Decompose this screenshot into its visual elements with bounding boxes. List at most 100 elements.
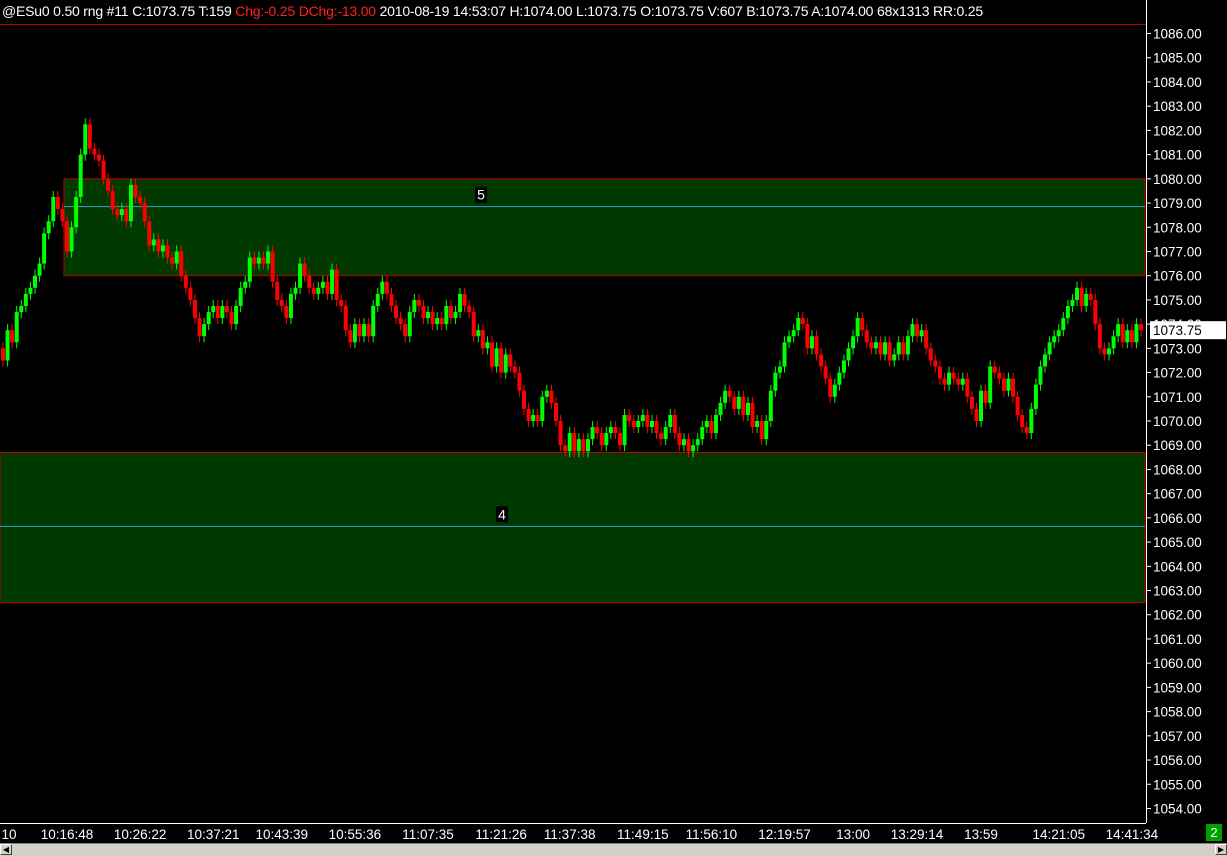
candle-up [1075, 287, 1080, 300]
candle-up [590, 427, 595, 440]
candle-down [819, 354, 824, 367]
candle-down [928, 348, 933, 361]
candle-down [860, 318, 865, 331]
candle-up [28, 287, 33, 294]
candle-down [92, 148, 97, 155]
y-tick-label: 1056.00 [1153, 753, 1202, 768]
x-tick-label: 10:37:21 [187, 827, 240, 842]
y-tick-label: 1061.00 [1153, 632, 1202, 647]
candle-up [220, 305, 225, 319]
candle-down [279, 299, 284, 306]
candle-down [1102, 348, 1107, 355]
candle-up [773, 372, 778, 391]
candle-down [229, 312, 234, 325]
candle-up [42, 233, 47, 264]
candle-up [700, 427, 705, 440]
x-tick-label: 10:26:22 [114, 827, 167, 842]
candle-up [947, 372, 952, 385]
candle-down [627, 414, 632, 421]
candle-down [183, 275, 188, 288]
horizontal-scrollbar[interactable]: ◀ ▶ [0, 843, 1227, 856]
candle-up [37, 263, 42, 276]
candle-up [83, 124, 88, 155]
x-tick-label: 14:41:34 [1106, 827, 1159, 842]
scroll-left-icon[interactable]: ◀ [0, 844, 12, 855]
candle-up [649, 421, 654, 428]
candle-down [549, 390, 554, 403]
candle-down [983, 390, 988, 403]
header-dchg: DChg:-13.00 [298, 3, 376, 19]
x-tick-label: 13:29:14 [891, 827, 944, 842]
candle-up [330, 269, 335, 294]
candle-down [1139, 324, 1143, 331]
candle-down [659, 433, 664, 440]
candle-up [663, 427, 668, 440]
y-tick-label: 1085.00 [1153, 51, 1202, 66]
candle-down [969, 396, 974, 409]
y-tick-label: 1055.00 [1153, 777, 1202, 792]
candle-down [581, 439, 586, 452]
candle-up [1056, 330, 1061, 337]
price-chart[interactable]: 5 4 1086.00 1085.00 1084.00 1083.00 1082.00 108… [0, 0, 1227, 843]
header-bid: B:1073.75 [746, 3, 809, 19]
candle-up [905, 336, 910, 355]
candle-down [366, 324, 371, 337]
header-bar-type: 0.50 rng [53, 3, 103, 19]
scroll-right-icon[interactable]: ▶ [1215, 844, 1227, 855]
y-tick-label: 1057.00 [1153, 729, 1202, 744]
header-volume: V:607 [707, 3, 743, 19]
x-tick-label: 13:00 [836, 827, 870, 842]
candle-up [576, 439, 581, 452]
candle-up [585, 439, 590, 452]
y-tick-label: 1082.00 [1153, 123, 1202, 138]
candle-down [992, 366, 997, 373]
candle-up [755, 421, 760, 428]
candle-down [284, 305, 289, 319]
candle-down [677, 433, 682, 446]
y-tick-label: 1063.00 [1153, 584, 1202, 599]
candle-up [23, 293, 28, 306]
candle-down [595, 427, 600, 434]
candle-up [718, 402, 723, 415]
candle-up [119, 209, 124, 216]
candle-up [174, 251, 179, 264]
chart-page-badge[interactable]: 2 [1206, 824, 1222, 841]
header-ticks: T:159 [198, 3, 232, 19]
zone-label-4: 4 [498, 506, 506, 522]
candle-up [604, 433, 609, 446]
candle-up [691, 445, 696, 452]
candle-up [1029, 408, 1034, 434]
candle-up [777, 366, 782, 373]
y-tick-label: 1080.00 [1153, 172, 1202, 187]
y-tick-label: 1084.00 [1153, 75, 1202, 90]
candle-down [96, 154, 101, 161]
candle-up [476, 330, 481, 337]
candle-up [371, 305, 376, 337]
candle-up [412, 299, 417, 313]
candle-up [736, 396, 741, 409]
candle-down [878, 342, 883, 355]
y-tick-label: 1081.00 [1153, 148, 1202, 163]
candle-down [165, 245, 170, 258]
x-tick-label: 10:55:36 [329, 827, 382, 842]
candle-down [599, 433, 604, 446]
candle-down [215, 305, 220, 319]
candle-up [540, 396, 545, 421]
candle-up [298, 263, 303, 288]
candle-up [896, 342, 901, 355]
candle-up [1107, 348, 1112, 355]
chart-status-header: @ESu0 0.50 rng #11 C:1073.75 T:159 Chg:-… [2, 3, 1147, 19]
chart-background [0, 0, 1227, 843]
candle-down [800, 318, 805, 325]
candle-up [704, 421, 709, 428]
candle-up [266, 251, 271, 264]
candle-down [937, 366, 942, 379]
candle-up [809, 336, 814, 349]
candle-up [851, 336, 856, 349]
candle-down [933, 360, 938, 367]
candle-down [448, 305, 453, 319]
y-tick-label: 1059.00 [1153, 680, 1202, 695]
candle-down [522, 390, 527, 409]
candle-down [394, 305, 399, 319]
candle-up [892, 354, 897, 361]
